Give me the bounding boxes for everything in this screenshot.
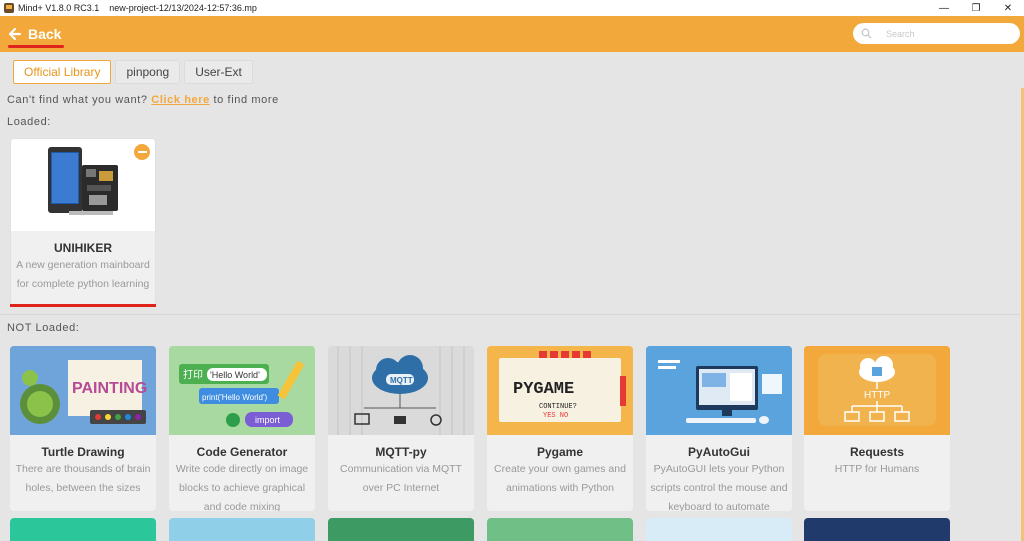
back-button[interactable]: Back: [8, 24, 61, 44]
desc-line: Write code directly on image: [175, 463, 309, 475]
mqtt-cloud-image: MQTT: [328, 346, 474, 435]
tab-user-ext[interactable]: User-Ext: [184, 60, 253, 84]
extension-card-unihiker[interactable]: UNIHIKER A new generation mainboard for …: [10, 138, 156, 306]
thumb-label: PAINTING: [72, 380, 147, 397]
header-bar: Back: [0, 16, 1024, 52]
desc-line: There are thousands of brain: [15, 463, 151, 475]
desc-line: blocks to achieve graphical: [178, 482, 306, 494]
find-more-text: Can't find what you want? Click here to …: [7, 94, 279, 106]
extension-description: Write code directly on image blocks to a…: [169, 460, 315, 511]
extension-card-mqtt-py[interactable]: MQTT MQTT-py Communication via MQTT over…: [328, 346, 474, 511]
thumb-label: 打印: [183, 368, 203, 381]
desc-line: over PC Internet: [362, 482, 440, 494]
extension-name: Code Generator: [196, 445, 288, 459]
desc-line: animations with Python: [506, 482, 614, 494]
minimize-button[interactable]: —: [928, 0, 960, 16]
code-generator-thumbnail: 打印 'Hello World' print('Hello World') im…: [169, 346, 315, 435]
thumb-label: import: [255, 415, 281, 425]
search-input[interactable]: [886, 28, 1006, 39]
extension-card-requests[interactable]: HTTP Requests HTTP for Humans: [804, 346, 950, 511]
search-box[interactable]: [853, 23, 1020, 44]
unihiker-thumbnail: [11, 139, 155, 231]
thumb-label: PYGAME: [513, 380, 574, 399]
turtle-painting-image: PAINTING: [10, 346, 156, 435]
extension-card-partial[interactable]: [169, 518, 315, 541]
desc-line: Create your own games and: [494, 463, 626, 475]
desc-line: keyboard to automate: [668, 501, 770, 511]
window-titlebar: Mind+ V1.8.0 RC3.1 new-project-12/13/202…: [0, 0, 1024, 16]
extension-description: Create your own games and animations wit…: [487, 460, 633, 498]
not-loaded-section-label: NOT Loaded:: [7, 322, 80, 334]
extension-card-partial[interactable]: [804, 518, 950, 541]
desc-line: Communication via MQTT: [340, 463, 462, 475]
pygame-screen-image: PYGAME CONTINUE? YES NO: [487, 346, 633, 435]
thumb-label: MQTT: [390, 376, 413, 385]
thumb-label: CONTINUE?: [539, 403, 577, 411]
click-here-link[interactable]: Click here: [151, 94, 210, 106]
extension-card-turtle-drawing[interactable]: PAINTING Turtle Drawing There are thousa…: [10, 346, 156, 511]
pygame-thumbnail: PYGAME CONTINUE? YES NO: [487, 346, 633, 435]
extension-card-pygame[interactable]: PYGAME CONTINUE? YES NO Pygame Create yo…: [487, 346, 633, 511]
desc-line: A new generation mainboard: [16, 259, 150, 271]
desc-line: for complete python learning: [16, 278, 150, 290]
extension-description: There are thousands of brain holes, betw…: [10, 460, 156, 498]
extension-description: A new generation mainboard for complete …: [11, 256, 155, 294]
desc-line: holes, between the sizes: [25, 482, 141, 494]
find-more-prefix: Can't find what you want?: [7, 94, 152, 106]
extension-card-partial[interactable]: [646, 518, 792, 541]
close-button[interactable]: ✕: [992, 0, 1024, 16]
loaded-section-label: Loaded:: [7, 116, 51, 128]
desc-line: PyAutoGUI lets your Python: [653, 463, 785, 475]
desc-line: HTTP for Humans: [834, 463, 920, 475]
thumb-label: print('Hello World'): [202, 393, 267, 402]
code-blocks-image: 打印 'Hello World' print('Hello World') im…: [169, 346, 315, 435]
extension-card-partial[interactable]: [328, 518, 474, 541]
window-title: Mind+ V1.8.0 RC3.1 new-project-12/13/202…: [18, 3, 257, 13]
section-divider: [0, 314, 1020, 315]
extension-name: UNIHIKER: [53, 241, 112, 255]
tab-pinpong[interactable]: pinpong: [115, 60, 181, 84]
extension-card-partial[interactable]: [487, 518, 633, 541]
tab-official-library[interactable]: Official Library: [13, 60, 112, 84]
desc-line: and code mixing: [203, 501, 281, 511]
thumb-label: 'Hello World': [210, 370, 260, 380]
back-underline: [8, 45, 64, 48]
extension-description: HTTP for Humans: [804, 460, 950, 479]
thumb-label: YES NO: [543, 412, 568, 420]
extension-name: Pygame: [536, 445, 584, 459]
maximize-button[interactable]: ❐: [960, 0, 992, 16]
back-label: Back: [28, 26, 62, 42]
extension-card-partial[interactable]: [10, 518, 156, 541]
extension-description: Communication via MQTT over PC Internet: [328, 460, 474, 498]
find-more-suffix: to find more: [209, 94, 279, 106]
loaded-card-underline: [10, 304, 156, 307]
thumb-label: HTTP: [864, 390, 890, 401]
arrow-left-icon: [8, 27, 22, 41]
requests-thumbnail: HTTP: [804, 346, 950, 435]
extension-card-code-generator[interactable]: 打印 'Hello World' print('Hello World') im…: [169, 346, 315, 511]
pyautogui-desk-image: [646, 346, 792, 435]
extension-name: Requests: [849, 445, 905, 459]
extension-description: PyAutoGUI lets your Python scripts contr…: [646, 460, 792, 511]
extension-name: PyAutoGui: [688, 445, 750, 459]
extension-name: Turtle Drawing: [41, 445, 125, 459]
turtle-drawing-thumbnail: PAINTING: [10, 346, 156, 435]
library-tabs: Official Library pinpong User-Ext: [13, 60, 253, 84]
mqtt-py-thumbnail: MQTT: [328, 346, 474, 435]
remove-extension-button[interactable]: [134, 144, 150, 160]
mindplus-app-icon: [4, 3, 14, 13]
extension-card-pyautogui[interactable]: PyAutoGui PyAutoGUI lets your Python scr…: [646, 346, 792, 511]
pyautogui-thumbnail: [646, 346, 792, 435]
requests-http-image: HTTP: [804, 346, 950, 435]
search-icon: [861, 28, 872, 39]
extension-name: MQTT-py: [375, 445, 427, 459]
desc-line: scripts control the mouse and: [650, 482, 788, 494]
